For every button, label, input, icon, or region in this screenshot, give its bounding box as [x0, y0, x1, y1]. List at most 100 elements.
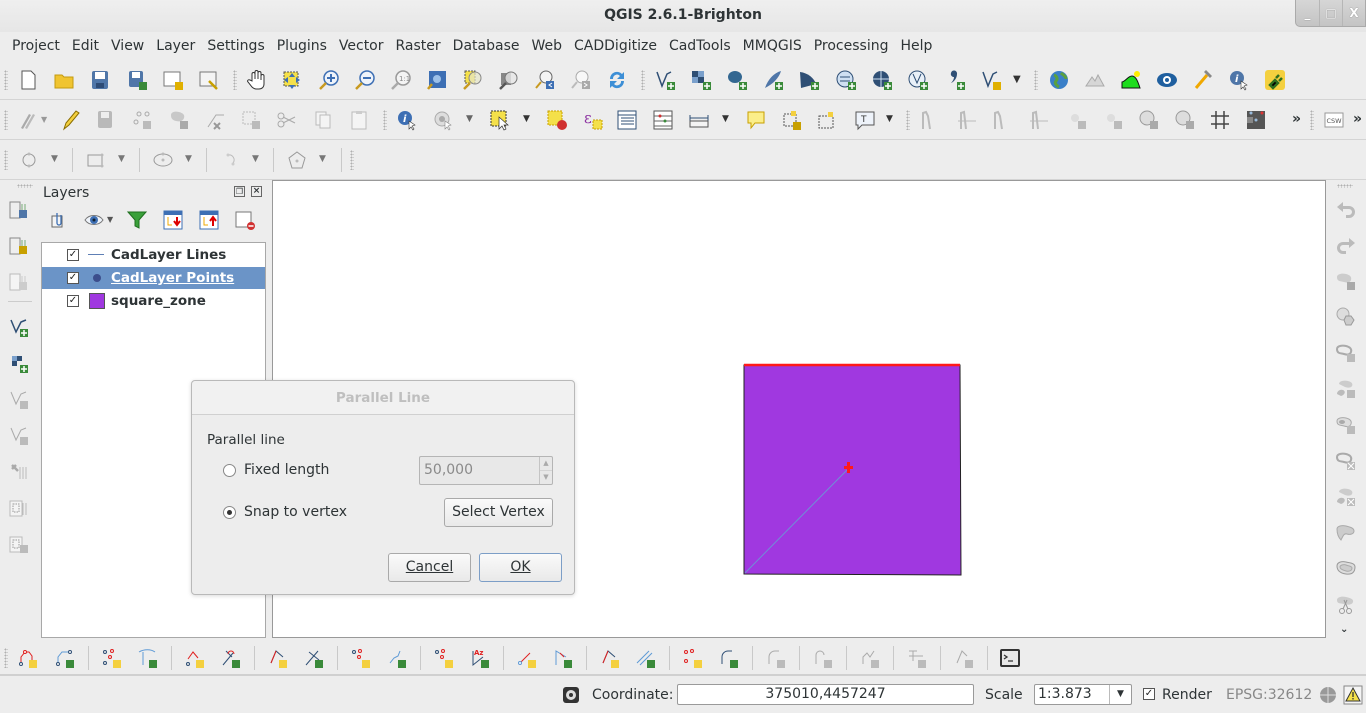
- field-calculator-button[interactable]: [650, 107, 676, 133]
- zoom-out-button[interactable]: [352, 67, 378, 93]
- manage-visibility-button[interactable]: [82, 207, 108, 233]
- new-shapefile-layer-button[interactable]: [978, 67, 1004, 93]
- layer-visibility-checkbox[interactable]: ✓: [67, 272, 79, 284]
- add-feature-button[interactable]: [130, 107, 156, 133]
- redo-button[interactable]: [1333, 232, 1359, 258]
- fill-ring-button[interactable]: [1333, 412, 1359, 438]
- coordinate-field[interactable]: 375010,4457247: [677, 684, 974, 705]
- save-project-button[interactable]: [87, 67, 113, 93]
- histogram-local-stretch-button[interactable]: [1026, 107, 1052, 133]
- add-arc-button[interactable]: [218, 147, 244, 173]
- cad-tool-22-button[interactable]: [904, 645, 930, 671]
- select-vertex-button[interactable]: Select Vertex: [444, 498, 553, 527]
- toolbar-grip[interactable]: [350, 150, 354, 170]
- cad-tool-5-button[interactable]: [182, 645, 208, 671]
- chevron-down-icon[interactable]: ▼: [118, 154, 125, 164]
- refresh-button[interactable]: [604, 67, 630, 93]
- menu-plugins[interactable]: Plugins: [271, 34, 333, 58]
- collapse-all-button[interactable]: [196, 207, 222, 233]
- cad-tool-14-button[interactable]: [550, 645, 576, 671]
- add-delimited-text-layer-button[interactable]: [942, 67, 968, 93]
- maximize-button[interactable]: □: [1319, 0, 1342, 26]
- raster-terrain-button[interactable]: [1118, 67, 1144, 93]
- new-vector-layer-side-button[interactable]: [6, 387, 32, 413]
- paste-features-button[interactable]: [346, 107, 372, 133]
- decrease-contrast-button[interactable]: [1172, 107, 1198, 133]
- add-ring-button[interactable]: [1333, 340, 1359, 366]
- toolbar-grip[interactable]: [4, 110, 8, 130]
- select-by-expression-button[interactable]: ε: [580, 107, 606, 133]
- raster-points-button[interactable]: [1243, 107, 1269, 133]
- cad-tool-23-button[interactable]: [951, 645, 977, 671]
- toolbar-grip[interactable]: [1034, 70, 1038, 90]
- minimize-button[interactable]: _: [1296, 0, 1319, 26]
- select-features-button[interactable]: [487, 107, 513, 133]
- measure-line-button[interactable]: [686, 107, 712, 133]
- menu-help[interactable]: Help: [894, 34, 938, 58]
- cad-tool-3-button[interactable]: [99, 645, 125, 671]
- remove-raster-layer-button[interactable]: [6, 268, 32, 294]
- open-project-button[interactable]: [51, 67, 77, 93]
- cad-tool-7-button[interactable]: [265, 645, 291, 671]
- add-circle-button[interactable]: [16, 147, 42, 173]
- remove-layer-button[interactable]: [232, 207, 258, 233]
- layer-visibility-checkbox[interactable]: ✓: [67, 249, 79, 261]
- crs-settings-button[interactable]: [1315, 682, 1341, 708]
- add-vector-layer-button[interactable]: [652, 67, 678, 93]
- open-attribute-table-button[interactable]: [614, 107, 640, 133]
- pin-labels-button[interactable]: [779, 107, 805, 133]
- add-wfs-layer-button[interactable]: [905, 67, 931, 93]
- layer-visibility-checkbox[interactable]: ✓: [67, 295, 79, 307]
- add-wms-layer-button[interactable]: [833, 67, 859, 93]
- identify-plugin-button[interactable]: i: [1226, 67, 1252, 93]
- openlayers-plugin-button[interactable]: [1046, 67, 1072, 93]
- toolbar-grip[interactable]: [233, 70, 237, 90]
- add-raster-layer-side-button[interactable]: [6, 351, 32, 377]
- chevron-down-icon[interactable]: ▼: [107, 215, 113, 224]
- close-button[interactable]: X: [1342, 0, 1365, 26]
- fixed-length-radio[interactable]: [223, 464, 236, 477]
- toolbar-overflow-button[interactable]: »: [1292, 111, 1301, 127]
- chevron-down-icon[interactable]: ▼: [466, 114, 473, 124]
- layer-scroll-edit-button[interactable]: [6, 531, 32, 557]
- spinbox-arrows[interactable]: ▲ ▼: [539, 457, 552, 484]
- new-print-composer-button[interactable]: [160, 67, 186, 93]
- chevron-down-icon[interactable]: ▼: [722, 114, 729, 124]
- chevron-down-icon[interactable]: ▼: [523, 114, 530, 124]
- coordinate-toggle-button[interactable]: [558, 682, 584, 708]
- node-tool-button[interactable]: [202, 107, 228, 133]
- layer-item-square-zone[interactable]: ✓ square_zone: [42, 290, 265, 312]
- plugin-builder-button[interactable]: [1190, 67, 1216, 93]
- length-spinbox[interactable]: 50,000 ▲ ▼: [419, 456, 553, 485]
- add-postgis-layer-button[interactable]: [724, 67, 750, 93]
- cad-tool-4-button[interactable]: [135, 645, 161, 671]
- menu-layer[interactable]: Layer: [150, 34, 201, 58]
- menu-settings[interactable]: Settings: [201, 34, 270, 58]
- csw-search-button[interactable]: CSW: [1321, 107, 1347, 133]
- chevron-down-icon[interactable]: ▼: [252, 154, 259, 164]
- scale-combobox[interactable]: 1:3.873 ▼: [1034, 684, 1132, 705]
- increase-contrast-button[interactable]: [1136, 107, 1162, 133]
- snap-to-vertex-radio[interactable]: [223, 506, 236, 519]
- cad-tool-21-button[interactable]: [857, 645, 883, 671]
- expand-all-button[interactable]: [160, 207, 186, 233]
- menu-edit[interactable]: Edit: [66, 34, 105, 58]
- identify-features-button[interactable]: i: [394, 107, 420, 133]
- crs-status[interactable]: EPSG:32612: [1226, 687, 1312, 703]
- toolbar-grip[interactable]: [17, 184, 33, 188]
- pan-map-button[interactable]: [244, 67, 270, 93]
- rotate-feature-button[interactable]: [1333, 268, 1359, 294]
- terrain-button[interactable]: [1082, 67, 1108, 93]
- toolbar-grip[interactable]: [4, 150, 8, 170]
- menu-mmqgis[interactable]: MMQGIS: [737, 34, 808, 58]
- globe-view-button[interactable]: [1154, 67, 1180, 93]
- edit-vector-layer-side-button[interactable]: [6, 423, 32, 449]
- layer-scroll-button[interactable]: [6, 495, 32, 521]
- zoom-native-button[interactable]: 1:1: [388, 67, 414, 93]
- toggle-editing-button[interactable]: [57, 107, 83, 133]
- cad-tool-2-button[interactable]: [52, 645, 78, 671]
- menu-caddigitize[interactable]: CADDigitize: [568, 34, 663, 58]
- histogram-stretch-button[interactable]: [918, 107, 944, 133]
- add-raster-plugin-button[interactable]: [6, 196, 32, 222]
- histogram-stretch-2-button[interactable]: [954, 107, 980, 133]
